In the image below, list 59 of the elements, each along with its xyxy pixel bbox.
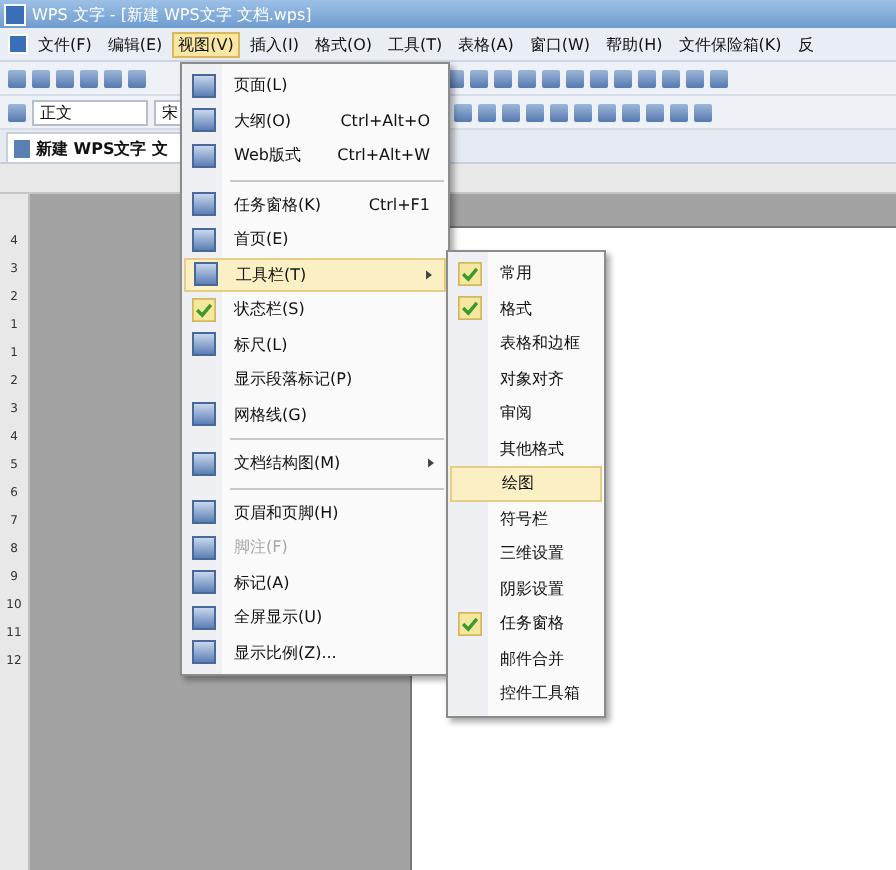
menu-item[interactable]: 状态栏(S) <box>184 292 446 327</box>
menu-bar-item[interactable]: 表格(A) <box>452 31 520 57</box>
menu-item[interactable]: 页面(L) <box>184 68 446 103</box>
menu-item[interactable]: 三维设置 <box>450 536 602 571</box>
menu-item[interactable]: 符号栏 <box>450 501 602 536</box>
menu-icon <box>192 332 216 357</box>
menu-icon <box>192 570 216 595</box>
menu-bar-item[interactable]: 帮助(H) <box>600 31 669 57</box>
document-icon <box>8 34 28 54</box>
style-icon[interactable] <box>8 103 26 121</box>
menu-item[interactable]: 阴影设置 <box>450 571 602 606</box>
menu-icon <box>192 605 216 630</box>
menu-item[interactable]: 标记(A) <box>184 565 446 600</box>
menu-item[interactable]: 任务窗格(K) Ctrl+F1 <box>184 187 446 222</box>
menu-item[interactable]: 文档结构图(M) <box>184 446 446 481</box>
menu-item[interactable]: 表格和边框 <box>450 326 602 361</box>
menu-icon <box>194 262 218 287</box>
menu-item[interactable]: 网格线(G) <box>184 397 446 432</box>
menu-icon <box>192 73 216 98</box>
menu-item[interactable]: 全屏显示(U) <box>184 600 446 635</box>
menu-bar-item[interactable]: 视图(V) <box>172 31 240 57</box>
menu-item[interactable]: 任务窗格 <box>450 606 602 641</box>
menu-icon <box>192 192 216 217</box>
menu-item[interactable]: 首页(E) <box>184 222 446 257</box>
menu-item[interactable]: 绘图 <box>450 466 602 501</box>
menu-bar-item[interactable]: 窗口(W) <box>523 31 597 57</box>
menu-item[interactable]: 标尺(L) <box>184 327 446 362</box>
menu-item[interactable]: 显示比例(Z)... <box>184 635 446 670</box>
menu-bar-item[interactable]: 反 <box>791 31 820 57</box>
window-title: WPS 文字 - [新建 WPS文字 文档.wps] <box>32 3 312 25</box>
menu-item[interactable]: 工具栏(T) <box>184 257 446 292</box>
menu-icon <box>192 535 216 560</box>
menu-icon <box>192 143 216 168</box>
menu-item[interactable]: 对象对齐 <box>450 361 602 396</box>
menu-item[interactable]: 常用 <box>450 256 602 291</box>
menu-bar-item[interactable]: 文件保险箱(K) <box>672 31 788 57</box>
menu-icon <box>192 227 216 252</box>
menu-item[interactable]: 格式 <box>450 291 602 326</box>
menu-bar-item[interactable]: 工具(T) <box>382 31 449 57</box>
menu-item[interactable]: 邮件合并 <box>450 641 602 676</box>
menu-icon <box>192 108 216 133</box>
menu-bar-item[interactable]: 插入(I) <box>243 31 305 57</box>
menu-bar-item[interactable]: 编辑(E) <box>101 31 169 57</box>
menu-icon <box>192 500 216 525</box>
menu-bar-item[interactable]: 文件(F) <box>32 31 98 57</box>
menu-item[interactable]: 控件工具箱 <box>450 676 602 711</box>
menu-item[interactable]: 页眉和页脚(H) <box>184 495 446 530</box>
menu-icon <box>192 640 216 665</box>
document-icon <box>14 139 30 157</box>
menu-icon <box>192 402 216 427</box>
submenu-arrow-icon <box>428 458 434 469</box>
menu-bar-item[interactable]: 格式(O) <box>308 31 379 57</box>
app-icon <box>4 3 26 25</box>
menu-item[interactable]: 审阅 <box>450 396 602 431</box>
menu-item[interactable]: 其他格式 <box>450 431 602 466</box>
style-dropdown[interactable]: 正文 <box>32 99 148 125</box>
menu-item[interactable]: 显示段落标记(P) <box>184 362 446 397</box>
menu-icon <box>192 451 216 476</box>
submenu-arrow-icon <box>426 269 432 280</box>
